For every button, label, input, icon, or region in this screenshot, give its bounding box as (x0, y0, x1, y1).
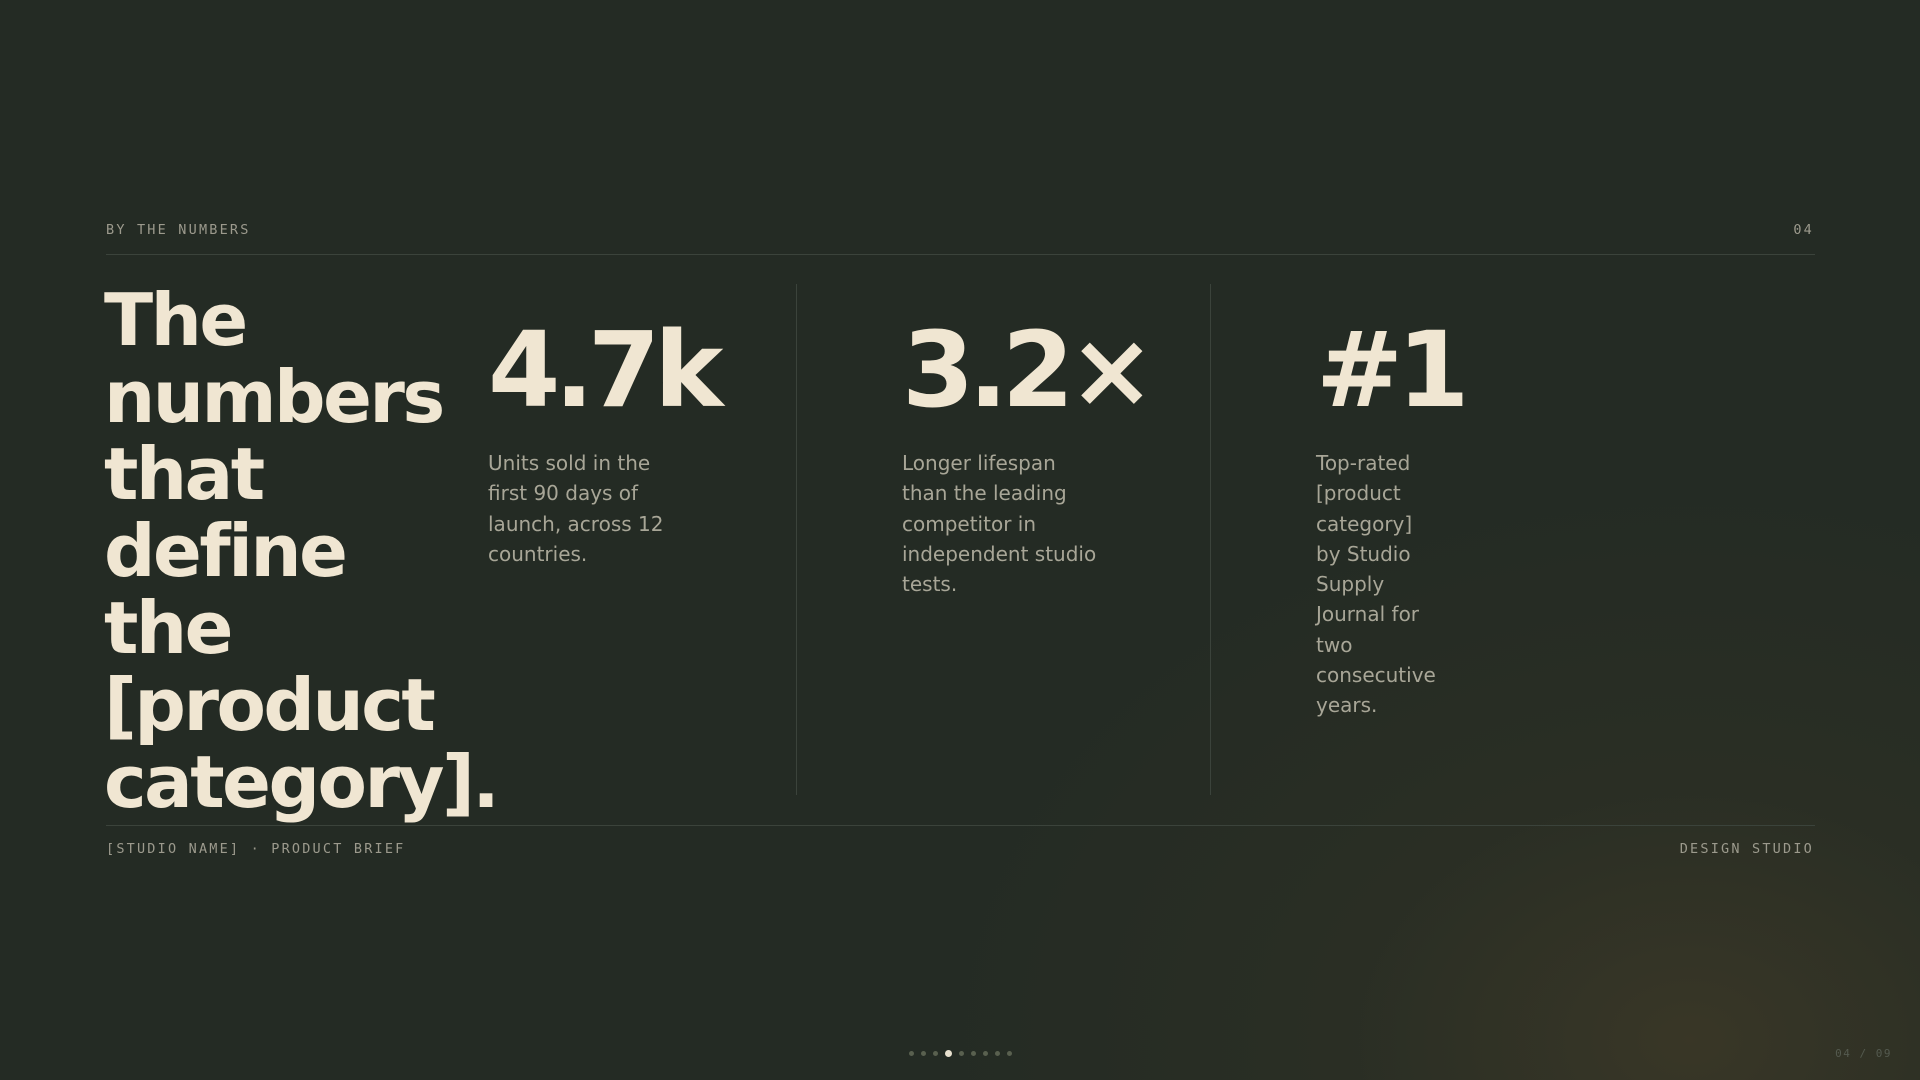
footer-studio-label: [STUDIO NAME] · PRODUCT BRIEF (106, 841, 406, 857)
stat-value: 4.7k (488, 309, 723, 431)
slide: BY THE NUMBERS 04 The numbers that defin… (0, 0, 1920, 1080)
slide-pagination-dots[interactable] (909, 1050, 1012, 1057)
pagination-dot[interactable] (1007, 1051, 1012, 1056)
section-eyebrow: BY THE NUMBERS (106, 222, 251, 238)
slide-headline: The numbers that define the [product cat… (104, 278, 500, 824)
column-divider (1210, 284, 1211, 795)
pagination-dot[interactable] (933, 1051, 938, 1056)
stat-value: 3.2× (902, 309, 1155, 431)
stat-value: #1 (1316, 309, 1469, 431)
stat-description: Top-rated [product category] by Studio S… (1316, 451, 1436, 718)
footer-brand-label: DESIGN STUDIO (1679, 841, 1814, 857)
pagination-dot[interactable] (995, 1051, 1000, 1056)
pagination-dot[interactable] (921, 1051, 926, 1056)
section-page-number: 04 (1793, 222, 1814, 238)
stat-description: Units sold in the first 90 days of launc… (488, 451, 664, 566)
top-divider (106, 254, 1815, 255)
stat-lifespan: 3.2× Longer lifespan than the leading co… (902, 309, 1155, 599)
stat-rating: #1 Top-rated [product category] by Studi… (1316, 309, 1469, 721)
stat-units-sold: 4.7k Units sold in the first 90 days of … (488, 309, 723, 569)
pagination-dot[interactable] (909, 1051, 914, 1056)
pagination-dot-active[interactable] (945, 1050, 952, 1057)
pagination-dot[interactable] (971, 1051, 976, 1056)
column-divider (796, 284, 797, 795)
pagination-dot[interactable] (959, 1051, 964, 1056)
pagination-dot[interactable] (983, 1051, 988, 1056)
stat-description: Longer lifespan than the leading competi… (902, 451, 1097, 597)
slide-counter: 04 / 09 (1835, 1047, 1892, 1060)
bottom-divider (106, 825, 1815, 826)
